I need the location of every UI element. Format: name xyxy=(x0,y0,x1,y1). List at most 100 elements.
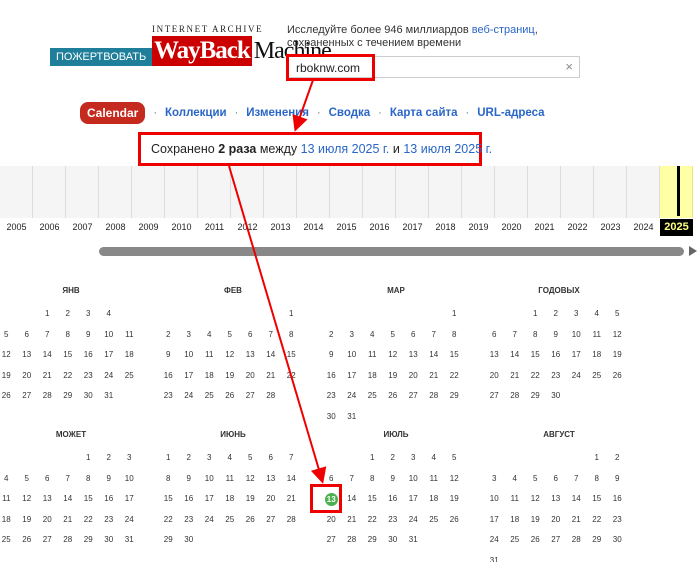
calendar-day: 12 xyxy=(22,494,32,504)
year-label-2021[interactable]: 2021 xyxy=(528,222,561,232)
year-column-2018[interactable] xyxy=(429,166,462,218)
year-column-2016[interactable] xyxy=(363,166,396,218)
calendar-day: 23 xyxy=(163,391,173,401)
calendar-day: 10 xyxy=(489,494,499,504)
year-label-2024[interactable]: 2024 xyxy=(627,222,660,232)
calendar-day: 25 xyxy=(510,535,520,545)
calendar-blank xyxy=(403,304,424,325)
calendar-day: 28 xyxy=(42,391,52,401)
calendar-day: 20 xyxy=(245,370,255,380)
calendar-day: 18 xyxy=(367,370,377,380)
year-column-2008[interactable] xyxy=(99,166,132,218)
year-column-2022[interactable] xyxy=(561,166,594,218)
calendar-blank xyxy=(607,551,628,562)
calendar-month: ГОДОВЫХ 1 2 3 4 5 6 7 8 9 10 11 12 13 14 15 16 17 18 19 20 21… xyxy=(484,286,634,407)
calendar-blank xyxy=(546,448,567,469)
year-column-2019[interactable] xyxy=(462,166,495,218)
year-label-2006[interactable]: 2006 xyxy=(33,222,66,232)
nav-summary[interactable]: Сводка xyxy=(329,107,371,119)
year-column-2013[interactable] xyxy=(264,166,297,218)
year-label-2013[interactable]: 2013 xyxy=(264,222,297,232)
year-column-2006[interactable] xyxy=(33,166,66,218)
year-label-2014[interactable]: 2014 xyxy=(297,222,330,232)
current-capture-marker xyxy=(677,166,680,216)
year-label-2015[interactable]: 2015 xyxy=(330,222,363,232)
year-column-2021[interactable] xyxy=(528,166,561,218)
year-label-2009[interactable]: 2009 xyxy=(132,222,165,232)
year-column-2005[interactable] xyxy=(0,166,33,218)
calendar-day: 4 xyxy=(431,453,436,462)
nav-calendar[interactable]: Calendar xyxy=(80,102,146,124)
calendar-blank xyxy=(321,448,342,469)
wayback-logo[interactable]: INTERNET ARCHIVE WayBack Machine xyxy=(152,24,332,66)
year-column-2023[interactable] xyxy=(594,166,627,218)
timeline-scrollbar[interactable] xyxy=(99,247,684,256)
year-column-2024[interactable] xyxy=(627,166,660,218)
calendar-day: 29 xyxy=(83,535,93,545)
calendar-day: 23 xyxy=(184,514,194,524)
calendar-blank xyxy=(566,551,587,562)
saved-date-to[interactable]: 13 июля 2025 г. xyxy=(403,142,492,156)
scroll-right-arrow-icon[interactable] xyxy=(689,246,697,256)
calendar-day: 17 xyxy=(184,370,194,380)
calendar-day: 23 xyxy=(104,514,114,524)
year-label-2022[interactable]: 2022 xyxy=(561,222,594,232)
year-column-2015[interactable] xyxy=(330,166,363,218)
year-column-2010[interactable] xyxy=(165,166,198,218)
year-column-2014[interactable] xyxy=(297,166,330,218)
calendar-day: 21 xyxy=(429,370,439,380)
nav-changes[interactable]: Изменения xyxy=(246,107,309,119)
year-label-2007[interactable]: 2007 xyxy=(66,222,99,232)
calendar-blank xyxy=(362,304,383,325)
year-label-2025[interactable]: 2025 xyxy=(660,219,693,236)
calendar-day: 11 xyxy=(2,494,11,504)
year-label-2016[interactable]: 2016 xyxy=(363,222,396,232)
nav-collections[interactable]: Коллекции xyxy=(165,107,227,119)
year-timeline[interactable] xyxy=(0,166,700,220)
year-column-2017[interactable] xyxy=(396,166,429,218)
nav-urls[interactable]: URL-адреса xyxy=(477,107,544,119)
calendar-blank xyxy=(587,551,608,562)
calendar-blank xyxy=(566,448,587,469)
year-column-2011[interactable] xyxy=(198,166,231,218)
year-label-2019[interactable]: 2019 xyxy=(462,222,495,232)
calendar-day: 28 xyxy=(510,391,520,401)
year-label-2020[interactable]: 2020 xyxy=(495,222,528,232)
year-label-2010[interactable]: 2010 xyxy=(165,222,198,232)
calendar-day: 22 xyxy=(592,514,602,524)
captured-day-highlight-box xyxy=(310,484,342,513)
calendar-day: 29 xyxy=(592,535,602,545)
year-label-2005[interactable]: 2005 xyxy=(0,222,33,232)
calendar-day: 11 xyxy=(205,350,214,360)
tagline-link[interactable]: веб-страниц xyxy=(472,24,535,36)
year-label-2008[interactable]: 2008 xyxy=(99,222,132,232)
saved-date-from[interactable]: 13 июля 2025 г. xyxy=(301,142,390,156)
year-column-2007[interactable] xyxy=(66,166,99,218)
calendar-day: 2 xyxy=(186,453,191,462)
calendar-day: 16 xyxy=(83,350,93,360)
donate-button[interactable]: ПОЖЕРТВОВАТЬ xyxy=(50,48,153,66)
year-label-2023[interactable]: 2023 xyxy=(594,222,627,232)
calendar-blank xyxy=(199,304,220,325)
calendar-day: 11 xyxy=(225,473,234,483)
year-label-2012[interactable]: 2012 xyxy=(231,222,264,232)
clear-icon[interactable]: × xyxy=(565,59,573,74)
calendar-day: 2 xyxy=(166,329,171,339)
calendar-day: 31 xyxy=(347,411,357,421)
year-label-2011[interactable]: 2011 xyxy=(198,222,231,232)
month-title: ЯНВ xyxy=(62,286,80,295)
calendar-day: 16 xyxy=(163,370,173,380)
calendar-day: 1 xyxy=(289,309,294,318)
calendar-blank xyxy=(607,386,628,407)
nav-sitemap[interactable]: Карта сайта xyxy=(390,107,458,119)
year-column-2009[interactable] xyxy=(132,166,165,218)
year-label-2018[interactable]: 2018 xyxy=(429,222,462,232)
month-days: 1 2 3 4 5 6 7 8 9 10 11 12 13 14 15 16 17 18 19 20 21 22 23 24 2… xyxy=(0,304,146,407)
calendar-day: 7 xyxy=(349,473,354,483)
calendar-day: 28 xyxy=(63,535,73,545)
year-label-2017[interactable]: 2017 xyxy=(396,222,429,232)
calendar-day: 24 xyxy=(104,370,114,380)
year-column-2012[interactable] xyxy=(231,166,264,218)
year-column-2020[interactable] xyxy=(495,166,528,218)
calendar-day: 15 xyxy=(63,350,73,360)
